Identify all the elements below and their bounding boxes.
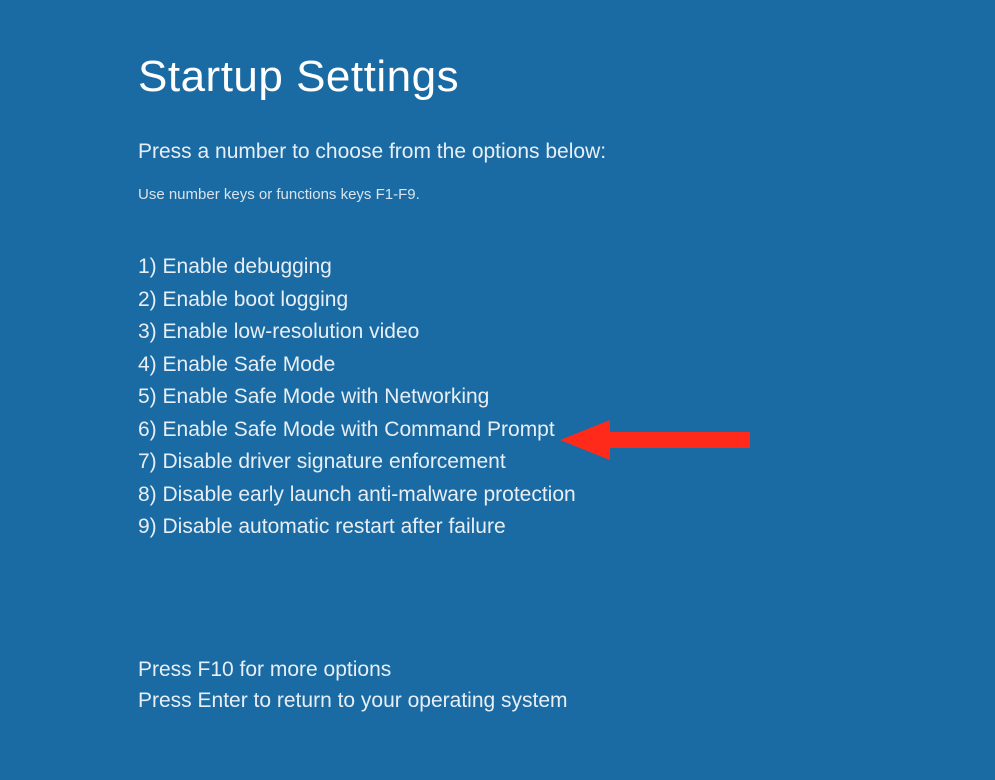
option-1-enable-debugging[interactable]: 1) Enable debugging xyxy=(138,251,995,284)
option-9-disable-automatic-restart[interactable]: 9) Disable automatic restart after failu… xyxy=(138,511,995,544)
option-2-enable-boot-logging[interactable]: 2) Enable boot logging xyxy=(138,284,995,317)
startup-settings-screen: Startup Settings Press a number to choos… xyxy=(0,0,995,717)
hint-text: Use number keys or functions keys F1-F9. xyxy=(138,186,995,203)
footer-instructions: Press F10 for more options Press Enter t… xyxy=(138,654,995,717)
footer-line-enter: Press Enter to return to your operating … xyxy=(138,685,995,717)
option-8-disable-early-launch-anti-malware[interactable]: 8) Disable early launch anti-malware pro… xyxy=(138,479,995,512)
options-list: 1) Enable debugging 2) Enable boot loggi… xyxy=(138,251,995,544)
footer-line-f10: Press F10 for more options xyxy=(138,654,995,686)
option-6-enable-safe-mode-command-prompt[interactable]: 6) Enable Safe Mode with Command Prompt xyxy=(138,414,995,447)
option-7-disable-driver-signature-enforcement[interactable]: 7) Disable driver signature enforcement xyxy=(138,446,995,479)
instruction-text: Press a number to choose from the option… xyxy=(138,140,995,164)
option-3-enable-low-resolution-video[interactable]: 3) Enable low-resolution video xyxy=(138,316,995,349)
option-4-enable-safe-mode[interactable]: 4) Enable Safe Mode xyxy=(138,349,995,382)
page-title: Startup Settings xyxy=(138,52,995,102)
option-5-enable-safe-mode-networking[interactable]: 5) Enable Safe Mode with Networking xyxy=(138,381,995,414)
